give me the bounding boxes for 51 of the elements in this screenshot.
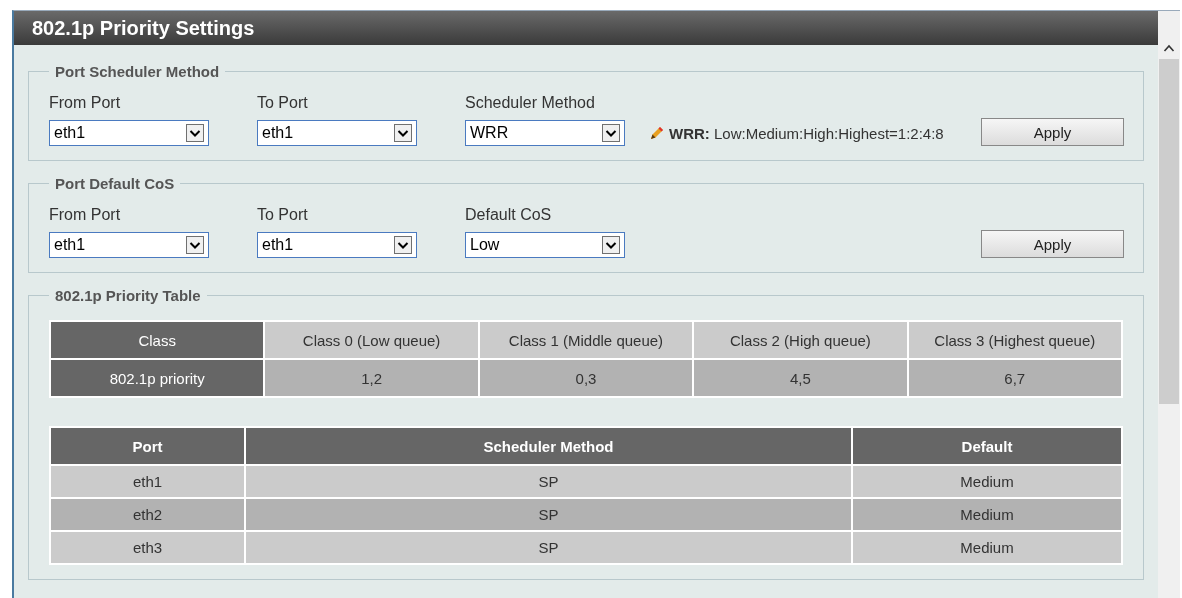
- section-title: Port Scheduler Method: [54, 63, 221, 80]
- table-cell: SP: [244, 465, 852, 498]
- table-cell: eth3: [50, 531, 245, 564]
- column-header: Default: [852, 427, 1122, 465]
- scroll-thumb[interactable]: [1159, 59, 1179, 404]
- dropdown[interactable]: Low: [465, 232, 625, 258]
- column-header: Port: [50, 427, 245, 465]
- table-cell: Class 0 (Low queue): [264, 321, 479, 359]
- dropdown[interactable]: eth1: [257, 232, 417, 258]
- field-label: To Port: [257, 94, 309, 112]
- table-cell: Class 3 (Highest queue): [907, 321, 1122, 359]
- row-header: Class: [50, 321, 265, 359]
- caret-icon: [394, 236, 412, 254]
- field-label: Default CoS: [465, 206, 553, 224]
- dropdown[interactable]: eth1: [49, 120, 209, 146]
- table-cell: SP: [244, 531, 852, 564]
- field-label: Scheduler Method: [465, 94, 596, 112]
- dropdown[interactable]: eth1: [49, 232, 209, 258]
- table-cell: Medium: [852, 498, 1122, 531]
- table-cell: 1,2: [264, 359, 479, 397]
- column-header: Scheduler Method: [244, 427, 852, 465]
- dropdown[interactable]: WRR: [465, 120, 625, 146]
- scrollbar[interactable]: [1158, 11, 1180, 598]
- section-title: Port Default CoS: [54, 175, 176, 192]
- caret-icon: [602, 124, 620, 142]
- caret-icon: [394, 124, 412, 142]
- scroll-up-icon[interactable]: [1163, 43, 1175, 53]
- table-cell: Medium: [852, 465, 1122, 498]
- window-title: 802.1p Priority Settings: [14, 11, 1158, 45]
- table-cell: 6,7: [907, 359, 1122, 397]
- field-label: To Port: [257, 206, 309, 224]
- table-cell: Class 1 (Middle queue): [478, 321, 694, 359]
- dropdown[interactable]: eth1: [257, 120, 417, 146]
- table-cell: eth1: [50, 465, 245, 498]
- scheduler-note: WRR: Low:Medium:High:Highest=1:2:4:8: [669, 124, 944, 142]
- table-cell: eth2: [50, 498, 245, 531]
- apply-button[interactable]: Apply: [981, 230, 1124, 258]
- caret-icon: [602, 236, 620, 254]
- table-cell: SP: [244, 498, 852, 531]
- table-cell: 4,5: [693, 359, 908, 397]
- table-cell: 0,3: [478, 359, 694, 397]
- table-cell: Class 2 (High queue): [693, 321, 908, 359]
- table-cell: Medium: [852, 531, 1122, 564]
- caret-icon: [186, 236, 204, 254]
- section-title: 802.1p Priority Table: [54, 287, 202, 304]
- row-header: 802.1p priority: [50, 359, 265, 397]
- pencil-icon: [649, 125, 665, 141]
- apply-button[interactable]: Apply: [981, 118, 1124, 146]
- field-label: From Port: [49, 94, 122, 112]
- field-label: From Port: [49, 206, 122, 224]
- caret-icon: [186, 124, 204, 142]
